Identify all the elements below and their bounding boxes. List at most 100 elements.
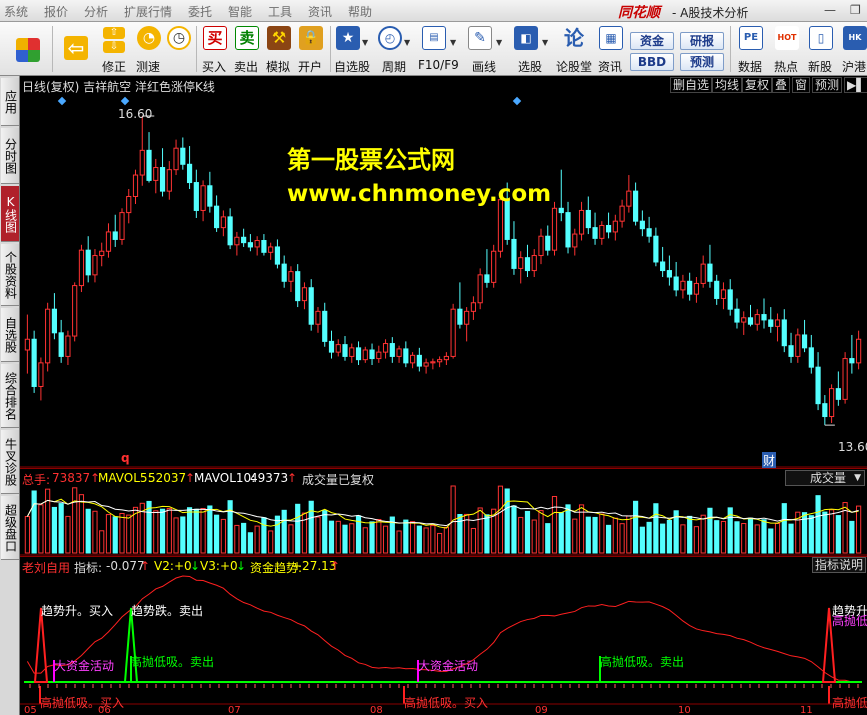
minimize-icon[interactable]: — (824, 3, 836, 17)
tab-intraday[interactable]: 分时图 (1, 128, 19, 184)
volume-bar (801, 512, 808, 554)
candle-body (497, 199, 504, 252)
high-price-label: 16.60 (118, 107, 153, 121)
back-button[interactable]: ⇦ (58, 24, 94, 74)
chevron-down-icon[interactable]: ▼ (450, 38, 456, 47)
chevron-down-icon[interactable]: ▼ (542, 38, 548, 47)
remove-watchlist-button[interactable]: 删自选 (670, 77, 713, 93)
candle-body (788, 345, 794, 357)
menu-help[interactable]: 帮助 (348, 3, 372, 20)
menu-system[interactable]: 系统 (4, 3, 28, 20)
menu-smart[interactable]: 智能 (228, 3, 252, 20)
candle-body (159, 167, 166, 192)
mavol5-label: MAVOL5: (98, 471, 152, 485)
indicator-help-button[interactable]: 指标说明 (812, 557, 866, 573)
menu-analysis[interactable]: 分析 (84, 3, 108, 20)
annotation-swing-buy-3: 高抛低吸 (832, 696, 867, 710)
tab-kline[interactable]: K线图 (1, 186, 19, 242)
candle-body (545, 235, 551, 251)
volume-bar (65, 515, 71, 554)
candle-body (254, 240, 260, 248)
tab-super-quote[interactable]: 超级盘口 (1, 496, 19, 560)
candle-body (274, 246, 281, 265)
chevron-down-icon[interactable]: ▼ (362, 38, 368, 47)
menu-tools[interactable]: 工具 (268, 3, 292, 20)
volume-ma-lines (26, 498, 859, 529)
menu-quote[interactable]: 报价 (44, 3, 68, 20)
tab-stock-profile[interactable]: 个股资料 (1, 244, 19, 306)
candle-body (301, 287, 308, 302)
up-down-icon: ⇧ (103, 27, 125, 39)
ipo-button[interactable]: ▯ 新股 (806, 24, 836, 74)
buy-button[interactable]: 买 买入 (200, 24, 230, 74)
q-marker[interactable]: q (121, 451, 130, 465)
chevron-down-icon[interactable]: ▼ (404, 38, 410, 47)
volume-bar (464, 513, 470, 554)
candle-body (369, 349, 375, 360)
candle-body (626, 190, 632, 207)
select-stock-button[interactable]: ◧ ▼ 选股 (510, 24, 550, 74)
multi-window-button[interactable] (12, 24, 46, 74)
volume-bar (51, 506, 58, 554)
news-button[interactable]: ▦ 资讯 (596, 24, 626, 74)
candle-body (58, 332, 64, 357)
select-stock-icon: ◧ (514, 26, 538, 50)
hot-button[interactable]: HOT 热点 (772, 24, 802, 74)
tab-watchlist[interactable]: 自选股 (1, 308, 19, 362)
clock-button[interactable]: ◷ (164, 24, 194, 74)
volume-bar (288, 524, 294, 554)
tab-apps[interactable]: 应用 (1, 78, 19, 126)
open-account-label: 开户 (298, 60, 323, 74)
candle-body (126, 196, 132, 214)
menu-extended-market[interactable]: 扩展行情 (124, 3, 172, 20)
tab-rankings[interactable]: 综合排名 (1, 364, 19, 428)
volume-bar (315, 516, 321, 554)
bbd-button[interactable]: BBD (630, 53, 674, 71)
menu-news[interactable]: 资讯 (308, 3, 332, 20)
speed-test-button[interactable]: ◔ 测速 (134, 24, 164, 74)
volume-bar (85, 508, 91, 554)
revise-button[interactable]: ⇧ ⇩ 修正 (100, 24, 130, 74)
candle-body (186, 163, 193, 184)
volume-bar (856, 505, 862, 554)
candle-body (166, 169, 172, 192)
forum-button[interactable]: 论 论股堂 (554, 24, 594, 74)
adjusted-price-button[interactable]: 复权 (742, 77, 773, 93)
research-report-button[interactable]: 研报 (680, 32, 724, 50)
volume-indicator-dropdown[interactable]: 成交量 ▼ (785, 470, 865, 486)
restore-icon[interactable]: ❐ (850, 3, 861, 17)
data-button[interactable]: PE 数据 (736, 24, 766, 74)
app-window: 系统 报价 分析 扩展行情 委托 智能 工具 资讯 帮助 同花顺 - A股技术分… (0, 0, 867, 715)
tab-diagnosis[interactable]: 牛叉诊股 (1, 430, 19, 494)
volume-bar (605, 524, 612, 554)
window-button[interactable]: 窗 (792, 77, 811, 93)
candle-body (315, 310, 321, 325)
financial-report-marker[interactable]: 财 (762, 452, 777, 469)
volume-bar (714, 520, 720, 554)
mavol5-line (26, 498, 859, 529)
open-account-button[interactable]: 🔒 开户 (296, 24, 326, 74)
expand-panel-button[interactable]: ▶▌ (844, 77, 867, 93)
volume-bar (788, 523, 794, 554)
watchlist-button[interactable]: ★ ▼ 自选股 (334, 24, 372, 74)
forecast-toggle-button[interactable]: 预测 (812, 77, 843, 93)
volume-bar (754, 524, 760, 554)
hk-connect-button[interactable]: HK 沪港 (840, 24, 867, 74)
simulate-button[interactable]: ⚒ 模拟 (264, 24, 294, 74)
f10-button[interactable]: ▤ ▼ F10/F9 (418, 24, 459, 74)
volume-bar (795, 511, 801, 554)
candle-body (511, 238, 517, 269)
draw-line-button[interactable]: ✎ ▼ 画线 (464, 24, 504, 74)
chevron-down-icon[interactable]: ▼ (496, 38, 502, 47)
volume-bar (626, 515, 632, 554)
menu-order[interactable]: 委托 (188, 3, 212, 20)
event-diamond-icon (120, 96, 130, 106)
hot-label: 热点 (774, 60, 799, 74)
down-arrow-icon: ⇩ (103, 41, 125, 53)
sell-button[interactable]: 卖 卖出 (232, 24, 262, 74)
period-button[interactable]: ◴ ▼ 周期 (376, 24, 414, 74)
overlay-button[interactable]: 叠 (772, 77, 791, 93)
capital-button[interactable]: 资金 (630, 32, 674, 50)
forecast-button[interactable]: 预测 (680, 53, 724, 71)
moving-average-button[interactable]: 均线 (712, 77, 743, 93)
